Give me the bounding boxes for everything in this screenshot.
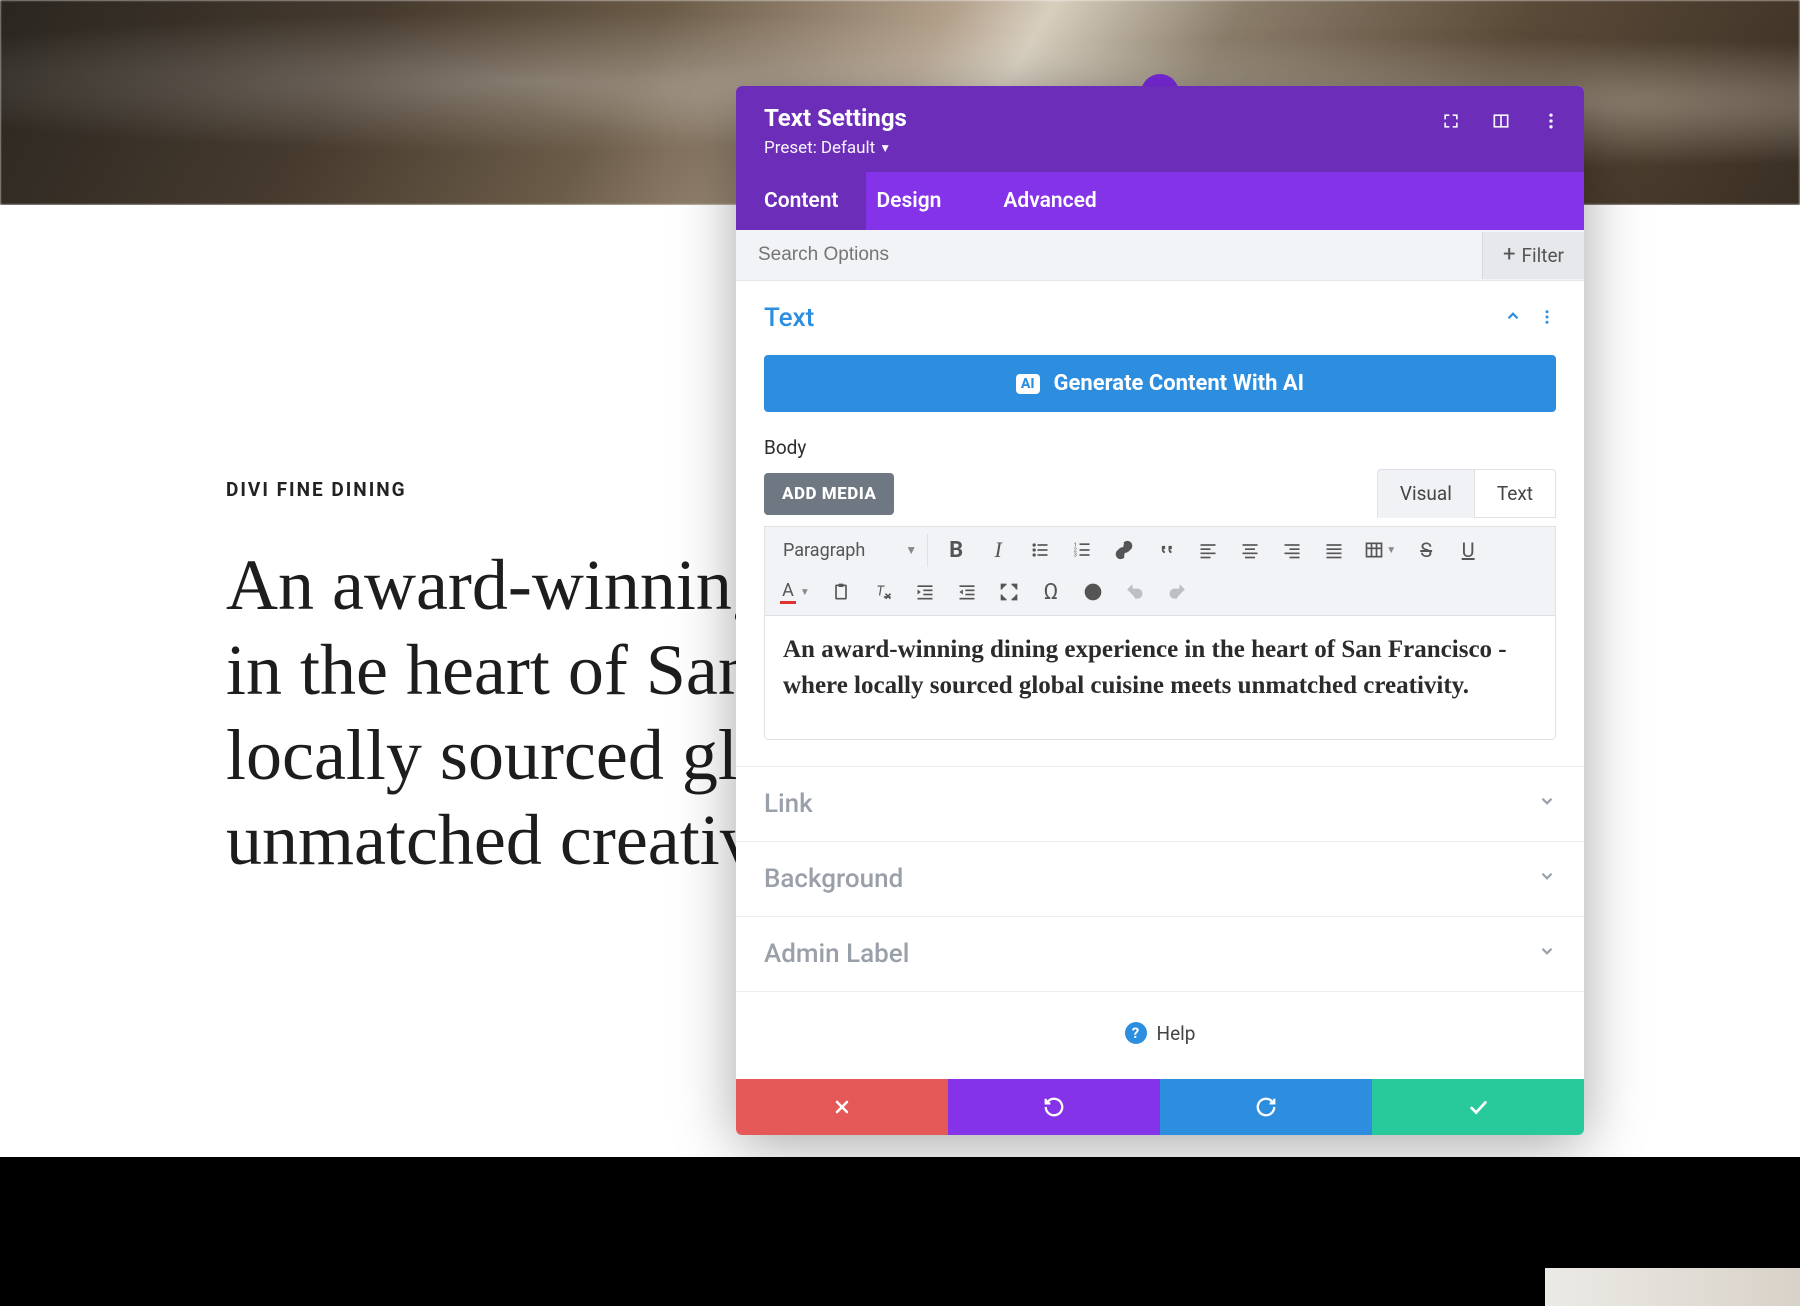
- add-media-button[interactable]: ADD MEDIA: [764, 473, 894, 515]
- chevron-down-icon: [1538, 792, 1556, 815]
- section-background-title: Background: [764, 864, 1538, 894]
- modal-tabs: Content Design Advanced: [736, 172, 1584, 230]
- strikethrough-icon[interactable]: S: [1408, 533, 1444, 567]
- svg-text:3: 3: [1074, 553, 1077, 559]
- align-left-icon[interactable]: [1190, 533, 1226, 567]
- redo-icon[interactable]: [1159, 575, 1195, 609]
- editor-mode-visual[interactable]: Visual: [1377, 469, 1474, 518]
- italic-icon[interactable]: I: [980, 533, 1016, 567]
- page-eyebrow: DIVI FINE DINING: [226, 478, 407, 501]
- kebab-menu-icon[interactable]: [1540, 110, 1562, 132]
- body-field-label: Body: [764, 436, 1556, 459]
- help-label: Help: [1157, 1022, 1196, 1045]
- section-link-header[interactable]: Link: [736, 767, 1584, 841]
- special-character-icon[interactable]: Ω: [1033, 575, 1069, 609]
- section-link: Link: [736, 767, 1584, 842]
- modal-header-actions: [1440, 110, 1562, 132]
- preset-selector[interactable]: Preset: Default ▼: [764, 138, 1556, 158]
- bullet-list-icon[interactable]: [1022, 533, 1058, 567]
- cancel-button[interactable]: [736, 1079, 948, 1135]
- section-text-title: Text: [764, 303, 1504, 333]
- numbered-list-icon[interactable]: 123: [1064, 533, 1100, 567]
- blockquote-icon[interactable]: [1148, 533, 1184, 567]
- text-color-icon[interactable]: A ▼: [773, 575, 817, 609]
- help-icon: ?: [1125, 1022, 1147, 1044]
- section-admin-label: Admin Label: [736, 917, 1584, 992]
- editor-body-text: An award-winning dining experience in th…: [783, 632, 1537, 705]
- paragraph-format-select[interactable]: Paragraph ▼: [773, 534, 928, 567]
- modal-footer: [736, 1079, 1584, 1135]
- expand-icon[interactable]: [1440, 110, 1462, 132]
- modal-header: Text Settings Preset: Default ▼: [736, 86, 1584, 172]
- generate-ai-label: Generate Content With AI: [1054, 371, 1305, 396]
- search-filter-row: + Filter: [736, 230, 1584, 281]
- indent-icon[interactable]: [949, 575, 985, 609]
- chevron-down-icon: [1538, 867, 1556, 890]
- undo-icon[interactable]: [1117, 575, 1153, 609]
- section-admin-label-header[interactable]: Admin Label: [736, 917, 1584, 991]
- tab-content[interactable]: Content: [736, 172, 866, 230]
- ai-badge-icon: AI: [1016, 374, 1040, 394]
- align-justify-icon[interactable]: [1316, 533, 1352, 567]
- fullscreen-icon[interactable]: [991, 575, 1027, 609]
- save-button[interactable]: [1372, 1079, 1584, 1135]
- underline-icon[interactable]: U: [1450, 533, 1486, 567]
- caret-down-icon: ▼: [879, 141, 891, 155]
- section-link-title: Link: [764, 789, 1538, 819]
- section-text-header[interactable]: Text: [736, 281, 1584, 355]
- clear-formatting-icon[interactable]: T: [865, 575, 901, 609]
- paste-text-icon[interactable]: [823, 575, 859, 609]
- editor-mode-tabs: Visual Text: [1377, 469, 1556, 518]
- filter-button[interactable]: + Filter: [1482, 232, 1584, 279]
- bold-icon[interactable]: B: [938, 533, 974, 567]
- table-icon[interactable]: ▼: [1358, 533, 1402, 567]
- preset-value: Default: [821, 138, 875, 158]
- link-icon[interactable]: [1106, 533, 1142, 567]
- generate-ai-button[interactable]: AI Generate Content With AI: [764, 355, 1556, 412]
- paragraph-select-label: Paragraph: [783, 540, 865, 561]
- section-text: Text AI Generate Content With AI Body: [736, 281, 1584, 767]
- align-center-icon[interactable]: [1232, 533, 1268, 567]
- caret-down-icon: ▼: [905, 543, 917, 557]
- section-background-header[interactable]: Background: [736, 842, 1584, 916]
- chevron-up-icon[interactable]: [1504, 307, 1522, 329]
- text-settings-modal: Text Settings Preset: Default ▼ Content …: [736, 86, 1584, 1135]
- editor-mode-text[interactable]: Text: [1474, 469, 1556, 518]
- preset-label: Preset:: [764, 138, 817, 158]
- modal-title: Text Settings: [764, 104, 1556, 132]
- redo-changes-button[interactable]: [1160, 1079, 1372, 1135]
- emoji-icon[interactable]: [1075, 575, 1111, 609]
- editor-toolbar: Paragraph ▼ B I 123: [764, 526, 1556, 615]
- modal-drag-handle[interactable]: ⋯: [736, 68, 1584, 86]
- search-input[interactable]: [736, 230, 1482, 280]
- filter-label: Filter: [1522, 244, 1564, 267]
- plus-icon: +: [1503, 244, 1515, 266]
- undo-changes-button[interactable]: [948, 1079, 1160, 1135]
- section-admin-label-title: Admin Label: [764, 939, 1538, 969]
- page-footer-band: [0, 1157, 1800, 1306]
- tab-advanced[interactable]: Advanced: [1003, 172, 1130, 230]
- align-right-icon[interactable]: [1274, 533, 1310, 567]
- section-background: Background: [736, 842, 1584, 917]
- tab-design[interactable]: Design: [876, 172, 975, 230]
- chevron-down-icon: [1538, 942, 1556, 965]
- section-menu-icon[interactable]: [1538, 304, 1556, 332]
- outdent-icon[interactable]: [907, 575, 943, 609]
- help-link[interactable]: ? Help: [736, 992, 1584, 1079]
- snap-panel-icon[interactable]: [1490, 110, 1512, 132]
- thumb-preview: [1545, 1268, 1800, 1306]
- editor-content-area[interactable]: An award-winning dining experience in th…: [764, 615, 1556, 740]
